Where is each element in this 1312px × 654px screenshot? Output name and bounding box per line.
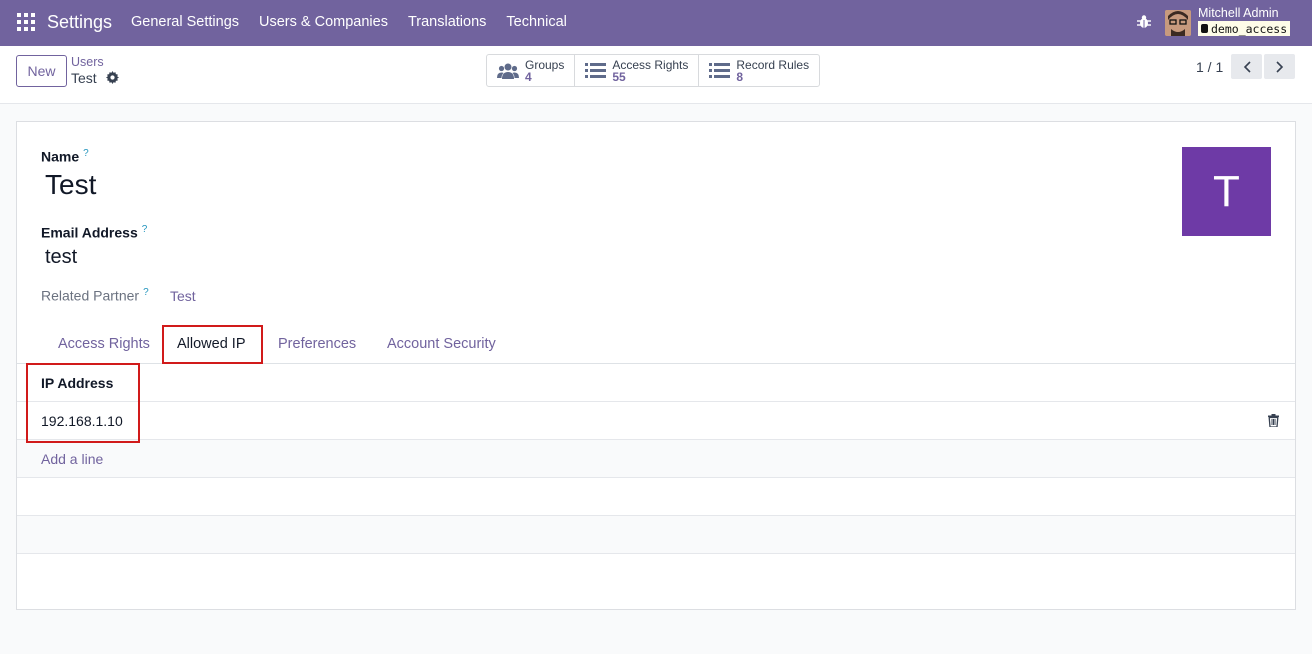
chevron-right-icon — [1275, 60, 1283, 73]
access-rights-label: Access Rights — [612, 57, 689, 72]
breadcrumb-users[interactable]: Users — [71, 55, 104, 69]
smart-buttons: Groups 4 Access Rights 55 Record Rules 8 — [486, 54, 821, 87]
top-navbar: Settings General Settings Users & Compan… — [0, 0, 1312, 46]
empty-row — [17, 516, 1295, 554]
menu-translations[interactable]: Translations — [408, 14, 486, 30]
email-label-text: Email Address — [41, 224, 138, 241]
list-icon — [585, 63, 607, 78]
access-rights-stat-button[interactable]: Access Rights 55 — [575, 55, 700, 86]
menu-users-companies[interactable]: Users & Companies — [259, 14, 388, 30]
tab-preferences[interactable]: Preferences — [278, 336, 356, 352]
user-image[interactable]: T — [1182, 147, 1271, 236]
tab-access-rights[interactable]: Access Rights — [58, 336, 150, 352]
groups-count: 4 — [525, 69, 532, 84]
chevron-left-icon — [1243, 60, 1251, 73]
new-button[interactable]: New — [16, 55, 67, 87]
form-sheet: Name? Test Email Address? test Related P… — [16, 121, 1296, 610]
add-line-row: Add a line — [17, 440, 1295, 478]
email-label: Email Address? — [41, 224, 147, 241]
tab-account-security[interactable]: Account Security — [387, 336, 496, 352]
user-avatar[interactable] — [1165, 10, 1191, 36]
related-partner-label-text: Related Partner — [41, 287, 140, 304]
main-menu: General Settings Users & Companies Trans… — [131, 14, 567, 30]
email-help-icon[interactable]: ? — [142, 224, 148, 235]
ip-table-header: IP Address — [17, 364, 1295, 402]
email-field[interactable]: test — [45, 246, 77, 269]
pager-next-button[interactable] — [1264, 54, 1295, 79]
database-badge: demo_access — [1198, 21, 1291, 36]
control-panel: New Users Test Groups 4 Access Rights 55… — [0, 46, 1312, 104]
menu-general-settings[interactable]: General Settings — [131, 14, 239, 30]
groups-stat-button[interactable]: Groups 4 — [487, 55, 576, 86]
name-field[interactable]: Test — [45, 169, 96, 201]
name-label-text: Name — [41, 148, 80, 165]
user-name[interactable]: Mitchell Admin — [1198, 6, 1279, 20]
related-partner-label: Related Partner? — [41, 287, 149, 304]
related-partner-link[interactable]: Test — [170, 288, 196, 304]
record-rules-count: 8 — [736, 69, 744, 84]
record-rules-label: Record Rules — [736, 57, 810, 72]
name-help-icon[interactable]: ? — [83, 148, 89, 159]
pager-buttons — [1231, 54, 1295, 79]
list-icon — [709, 63, 731, 78]
record-rules-stat-button[interactable]: Record Rules 8 — [699, 55, 819, 86]
related-partner-help-icon[interactable]: ? — [143, 287, 149, 298]
breadcrumb-current: Test — [71, 70, 97, 86]
bug-icon[interactable] — [1137, 14, 1151, 30]
users-icon — [497, 63, 519, 79]
menu-technical[interactable]: Technical — [506, 14, 566, 30]
app-brand[interactable]: Settings — [47, 12, 112, 33]
ip-address-column-header[interactable]: IP Address — [41, 375, 113, 391]
apps-menu-icon[interactable] — [17, 13, 35, 31]
empty-row — [17, 478, 1295, 516]
tab-allowed-ip[interactable]: Allowed IP — [177, 336, 246, 352]
name-label: Name? — [41, 148, 89, 165]
notebook-tabs: Access Rights Allowed IP Preferences Acc… — [17, 324, 1295, 364]
pager-previous-button[interactable] — [1231, 54, 1262, 79]
database-icon — [1201, 24, 1208, 33]
groups-label: Groups — [525, 57, 565, 72]
ip-address-cell[interactable]: 192.168.1.10 — [41, 413, 123, 429]
access-rights-count: 55 — [612, 69, 626, 84]
database-name: demo_access — [1211, 21, 1288, 36]
pager-value[interactable]: 1 / 1 — [1196, 59, 1223, 75]
gear-icon[interactable] — [106, 71, 119, 84]
table-row[interactable]: 192.168.1.10 — [17, 402, 1295, 440]
trash-icon[interactable] — [1268, 414, 1279, 427]
add-line-link[interactable]: Add a line — [41, 451, 103, 467]
